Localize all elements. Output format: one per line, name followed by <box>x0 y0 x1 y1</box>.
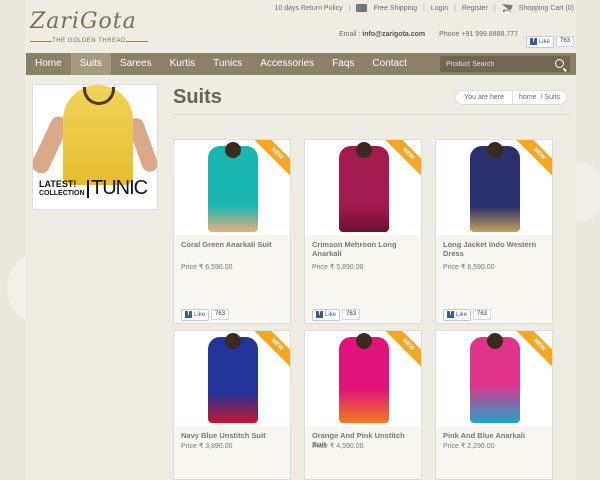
banner-latest: LATEST! <box>39 179 77 189</box>
like-label: Like <box>325 311 337 318</box>
register-link[interactable]: Register <box>462 5 488 12</box>
nav-item-home[interactable]: Home <box>26 53 71 75</box>
facebook-like-button[interactable]: f Like <box>525 35 554 48</box>
facebook-icon: f <box>529 38 537 45</box>
search-icon[interactable] <box>555 59 564 68</box>
divider: | <box>348 4 351 12</box>
product-card[interactable]: NEW Orange And Pink Unstitch Suit Price … <box>304 330 422 480</box>
top-links-bar: 10 days Return Policy | Free Shipping | … <box>275 2 574 14</box>
product-name[interactable]: Coral Green Anarkali Suit <box>181 240 287 249</box>
product-card[interactable]: NEW Long Jacket Indo Western Dress Price… <box>435 139 553 324</box>
facebook-like-button[interactable]: f Like <box>443 308 472 321</box>
product-facebook-like: f Like 763 <box>181 302 230 321</box>
contact-info: Email : info@zarigota.com Phone +91 999.… <box>339 31 518 38</box>
free-shipping-link[interactable]: Free Shipping <box>373 5 417 12</box>
like-count: 763 <box>555 36 574 47</box>
product-price: Price ₹ 2,290.00 <box>443 443 495 450</box>
logo-text[interactable]: ZariGota <box>30 10 148 34</box>
like-count: 763 <box>211 309 230 320</box>
divider: | <box>493 4 496 12</box>
product-price: Price ₹ 3,890.00 <box>181 443 233 450</box>
like-count: 763 <box>342 309 361 320</box>
nav-item-sarees[interactable]: Sarees <box>111 53 161 75</box>
cart-icon[interactable] <box>501 4 513 12</box>
breadcrumb: You are here home / Suits <box>455 90 567 105</box>
product-price: Price ₹ 8,590.00 <box>443 264 495 271</box>
facebook-like-button[interactable]: f Like <box>181 308 210 321</box>
like-count: 763 <box>473 309 492 320</box>
dress-image <box>470 333 520 423</box>
product-name[interactable]: Pink And Blue Anarkali <box>443 431 549 440</box>
divider: | <box>454 4 456 12</box>
search-input[interactable] <box>446 60 550 68</box>
product-price: Price ₹ 5,890.00 <box>312 264 364 271</box>
product-card[interactable]: NEW Coral Green Anarkali Suit Price ₹ 6,… <box>173 139 291 324</box>
breadcrumb-home-link[interactable]: home <box>513 94 541 101</box>
product-card[interactable]: NEW Navy Blue Unstitch Suit Price ₹ 3,89… <box>173 330 291 480</box>
promo-banner[interactable]: LATEST! COLLECTION TUNIC <box>32 84 158 210</box>
title-divider <box>173 114 570 115</box>
product-search <box>440 56 570 72</box>
dress-image <box>339 142 389 232</box>
dress-image <box>339 333 389 423</box>
product-card[interactable]: NEW Crimson Mehroon Long Anarkali Price … <box>304 139 422 324</box>
page-title: Suits <box>173 86 222 108</box>
phone-info: Phone +91 999.8888.777 <box>439 31 518 38</box>
product-price: Price ₹ 4,590.00 <box>312 443 364 450</box>
banner-collection: COLLECTION <box>39 190 85 197</box>
nav-item-accessories[interactable]: Accessories <box>251 53 323 75</box>
shopping-cart-link[interactable]: Shopping Cart (0) <box>519 5 574 12</box>
facebook-icon: f <box>447 311 454 318</box>
banner-tunic: TUNIC <box>91 177 148 199</box>
nav-item-contact[interactable]: Contact <box>363 53 415 75</box>
email-label: Email : <box>338 31 361 38</box>
main-navigation: Home Suits Sarees Kurtis Tunics Accessor… <box>26 53 576 75</box>
product-price: Price ₹ 6,590.00 <box>181 264 233 271</box>
nav-item-tunics[interactable]: Tunics <box>204 53 251 75</box>
dress-image <box>470 142 520 232</box>
like-label: Like <box>538 38 550 45</box>
facebook-icon: f <box>316 311 323 318</box>
site-logo[interactable]: ZariGota THE GOLDEN THREAD <box>30 10 148 50</box>
divider: | <box>423 4 425 12</box>
product-name[interactable]: Navy Blue Unstitch Suit <box>181 431 287 440</box>
dress-image <box>208 142 258 232</box>
nav-item-kurtis[interactable]: Kurtis <box>161 53 205 75</box>
email-link[interactable]: info@zarigota.com <box>362 31 425 38</box>
header-facebook-like: f Like 763 <box>525 29 574 48</box>
truck-icon <box>356 4 368 12</box>
product-name[interactable]: Crimson Mehroon Long Anarkali <box>312 240 418 258</box>
nav-item-suits[interactable]: Suits <box>70 53 111 75</box>
product-facebook-like: f Like 763 <box>443 302 492 321</box>
dress-image <box>208 333 258 423</box>
banner-text: LATEST! COLLECTION <box>39 180 85 198</box>
facebook-icon: f <box>185 311 192 318</box>
return-policy-link[interactable]: 10 days Return Policy <box>275 5 343 12</box>
nav-item-faqs[interactable]: Faqs <box>323 53 363 75</box>
product-name[interactable]: Long Jacket Indo Western Dress <box>443 240 549 258</box>
breadcrumb-current: / Suits <box>540 94 560 101</box>
facebook-like-button[interactable]: f Like <box>312 308 341 321</box>
login-link[interactable]: Login <box>431 5 448 12</box>
breadcrumb-label: You are here <box>456 91 514 104</box>
banner-divider <box>87 180 89 198</box>
email-info: Email : info@zarigota.com <box>339 31 425 38</box>
product-facebook-like: f Like 763 <box>312 302 361 321</box>
logo-tagline: THE GOLDEN THREAD <box>30 38 148 44</box>
like-label: Like <box>194 311 206 318</box>
like-label: Like <box>456 311 468 318</box>
product-card[interactable]: NEW Pink And Blue Anarkali Price ₹ 2,290… <box>435 330 553 480</box>
